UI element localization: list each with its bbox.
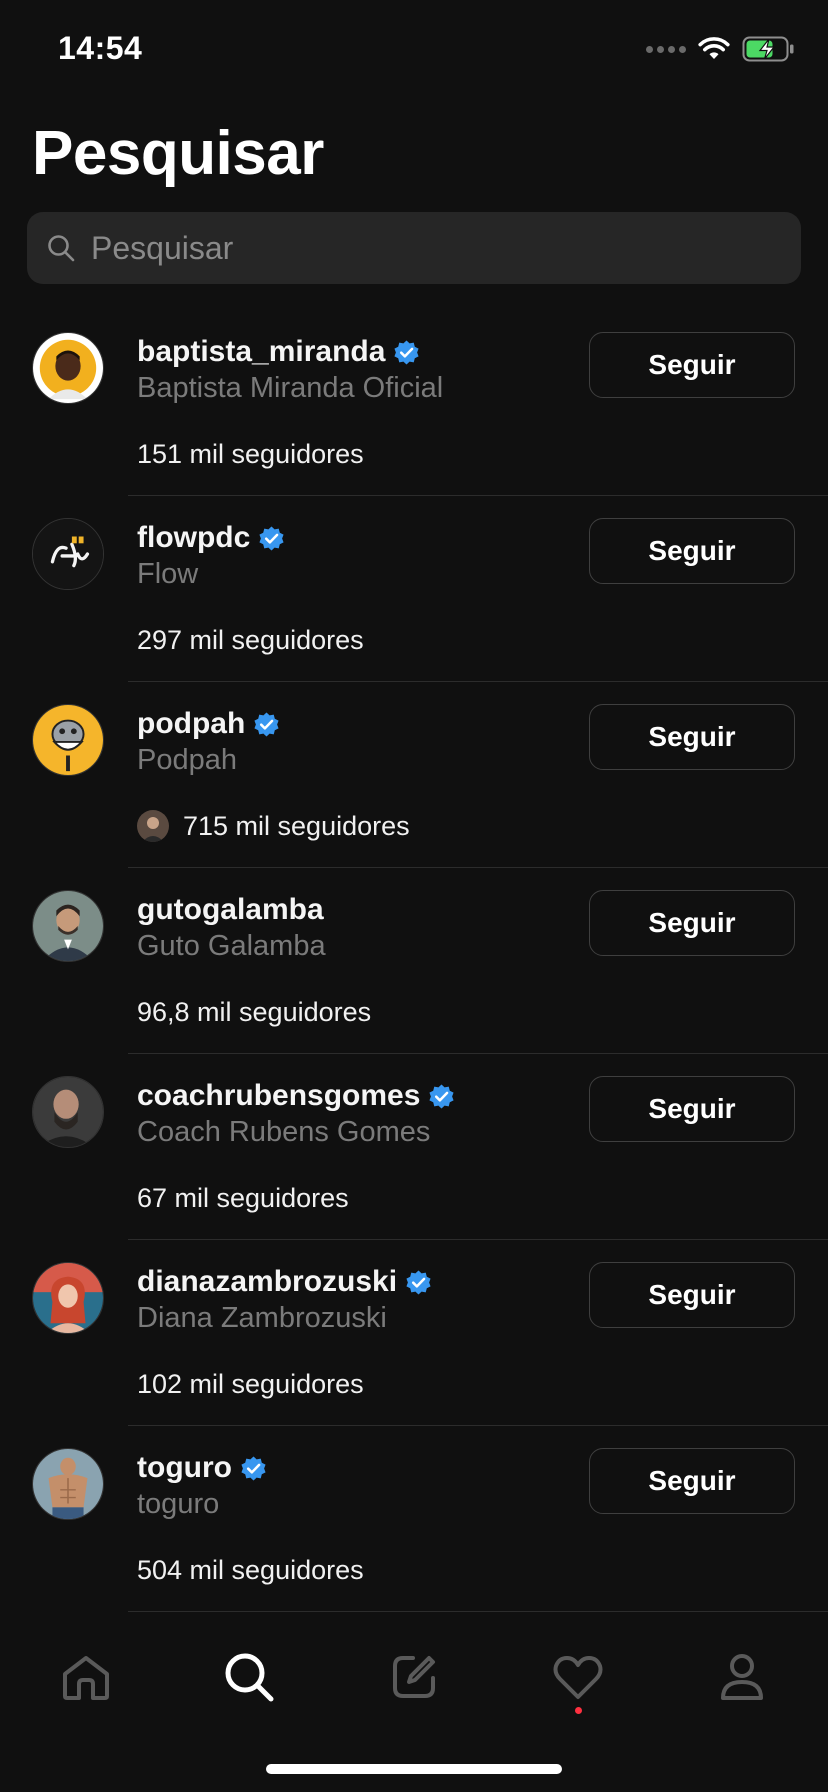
home-icon bbox=[63, 1656, 109, 1700]
follow-button[interactable]: Seguir bbox=[589, 1448, 795, 1514]
verified-badge-icon bbox=[241, 1455, 266, 1481]
divider bbox=[128, 1611, 828, 1612]
follow-button[interactable]: Seguir bbox=[589, 332, 795, 398]
list-item[interactable]: flowpdc Flow 297 mil seguidores Seguir bbox=[0, 496, 828, 682]
tab-compose[interactable] bbox=[384, 1647, 444, 1707]
search-results-list: baptista_miranda Baptista Miranda Oficia… bbox=[0, 310, 828, 1612]
username[interactable]: dianazambrozuski bbox=[137, 1265, 397, 1299]
full-name: Coach Rubens Gomes bbox=[137, 1116, 431, 1148]
home-indicator bbox=[266, 1764, 562, 1774]
avatar[interactable] bbox=[32, 1262, 104, 1334]
status-bar: 14:54 bbox=[0, 0, 828, 100]
tab-home[interactable] bbox=[56, 1647, 116, 1707]
follow-button[interactable]: Seguir bbox=[589, 890, 795, 956]
page-title: Pesquisar bbox=[32, 119, 324, 188]
follow-button[interactable]: Seguir bbox=[589, 1076, 795, 1142]
follow-button[interactable]: Seguir bbox=[589, 704, 795, 770]
verified-badge-icon bbox=[394, 339, 419, 365]
verified-badge-icon bbox=[254, 711, 279, 737]
list-item[interactable]: dianazambrozuski Diana Zambrozuski 102 m… bbox=[0, 1240, 828, 1426]
username[interactable]: coachrubensgomes bbox=[137, 1079, 420, 1113]
avatar[interactable] bbox=[32, 704, 104, 776]
cellular-signal-icon bbox=[646, 45, 686, 53]
follow-button[interactable]: Seguir bbox=[589, 1262, 795, 1328]
compose-icon bbox=[393, 1656, 435, 1698]
avatar[interactable] bbox=[32, 332, 104, 404]
follower-count: 151 mil seguidores bbox=[137, 438, 364, 469]
battery-charging-icon bbox=[742, 36, 794, 62]
list-item[interactable]: gutogalamba Guto Galamba 96,8 mil seguid… bbox=[0, 868, 828, 1054]
follow-button[interactable]: Seguir bbox=[589, 518, 795, 584]
mutual-follower-avatar bbox=[137, 810, 169, 842]
list-item[interactable]: baptista_miranda Baptista Miranda Oficia… bbox=[0, 310, 828, 496]
follower-count: 297 mil seguidores bbox=[137, 624, 364, 655]
full-name: toguro bbox=[137, 1488, 220, 1520]
username[interactable]: flowpdc bbox=[137, 521, 250, 555]
tab-search[interactable] bbox=[219, 1647, 279, 1707]
list-item[interactable]: toguro toguro 504 mil seguidores Seguir bbox=[0, 1426, 828, 1612]
list-item[interactable]: podpah Podpah 715 mil seguidores Seguir bbox=[0, 682, 828, 868]
search-icon bbox=[45, 232, 77, 264]
username[interactable]: gutogalamba bbox=[137, 893, 324, 927]
tab-activity[interactable] bbox=[548, 1647, 608, 1707]
follower-count: 715 mil seguidores bbox=[183, 810, 410, 841]
username[interactable]: baptista_miranda bbox=[137, 335, 385, 369]
full-name: Podpah bbox=[137, 744, 237, 776]
profile-icon bbox=[721, 1654, 763, 1700]
status-time: 14:54 bbox=[58, 30, 143, 66]
verified-badge-icon bbox=[406, 1269, 431, 1295]
full-name: Flow bbox=[137, 558, 199, 590]
heart-icon bbox=[553, 1656, 603, 1699]
follower-count: 504 mil seguidores bbox=[137, 1554, 364, 1585]
full-name: Diana Zambrozuski bbox=[137, 1302, 387, 1334]
username[interactable]: podpah bbox=[137, 707, 245, 741]
avatar[interactable] bbox=[32, 518, 104, 590]
notification-dot bbox=[575, 1707, 582, 1714]
follower-count: 102 mil seguidores bbox=[137, 1368, 364, 1399]
wifi-icon bbox=[698, 37, 730, 59]
follower-count: 67 mil seguidores bbox=[137, 1182, 349, 1213]
avatar[interactable] bbox=[32, 890, 104, 962]
follower-count: 96,8 mil seguidores bbox=[137, 996, 372, 1027]
verified-badge-icon bbox=[259, 525, 284, 551]
status-icons bbox=[646, 34, 796, 64]
verified-badge-icon bbox=[429, 1083, 454, 1109]
screen: 14:54 Pesquisar Pesquisar baptista_miran… bbox=[0, 0, 828, 1792]
tab-bar bbox=[0, 1615, 828, 1735]
avatar[interactable] bbox=[32, 1076, 104, 1148]
full-name: Guto Galamba bbox=[137, 930, 326, 962]
avatar[interactable] bbox=[32, 1448, 104, 1520]
search-bar[interactable] bbox=[27, 212, 801, 284]
list-item[interactable]: coachrubensgomes Coach Rubens Gomes 67 m… bbox=[0, 1054, 828, 1240]
full-name: Baptista Miranda Oficial bbox=[137, 372, 444, 404]
username[interactable]: toguro bbox=[137, 1451, 232, 1485]
search-icon bbox=[225, 1653, 274, 1702]
search-input[interactable] bbox=[91, 212, 801, 284]
tab-profile[interactable] bbox=[712, 1647, 772, 1707]
